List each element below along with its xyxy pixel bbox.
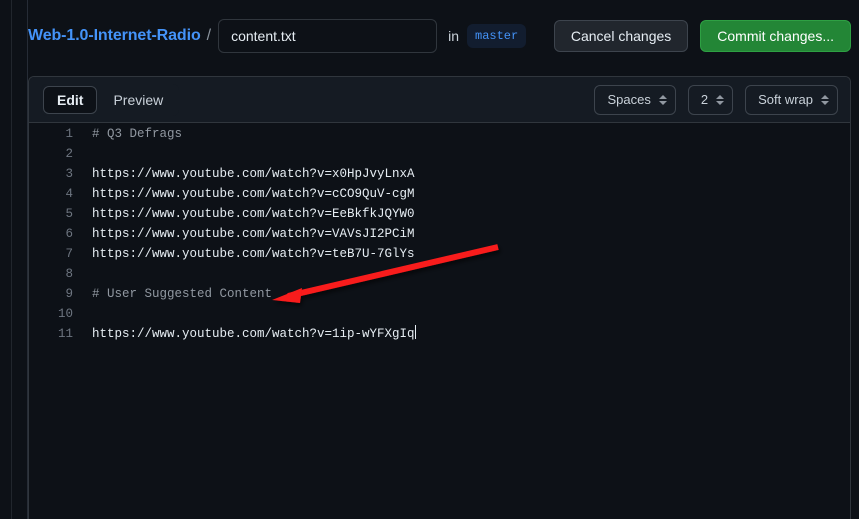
wrap-mode-select[interactable]: Soft wrap — [745, 84, 838, 115]
line-number: 10 — [57, 307, 73, 321]
tab-edit[interactable]: Edit — [43, 85, 98, 114]
line-number: 2 — [65, 147, 73, 161]
chevron-updown-icon — [821, 94, 829, 105]
code-line-text: https://www.youtube.com/watch?v=cCO9QuV-… — [92, 187, 415, 201]
breadcrumb-separator: / — [206, 27, 212, 44]
code-line-text: https://www.youtube.com/watch?v=1ip-wYFX… — [92, 325, 416, 341]
line-number: 9 — [65, 287, 73, 301]
code-line-text: https://www.youtube.com/watch?v=teB7U-7G… — [92, 247, 415, 261]
wrap-mode-value: Soft wrap — [758, 92, 813, 107]
file-edit-header: Web-1.0-Internet-Radio / in master Cance… — [28, 14, 851, 58]
code-line: 8 — [29, 264, 850, 284]
line-number: 7 — [65, 247, 73, 261]
page-rail-outer — [11, 0, 12, 519]
tab-size-value: 2 — [700, 92, 709, 107]
tab-preview[interactable]: Preview — [99, 86, 177, 114]
branch-badge: master — [467, 24, 527, 48]
tab-size-select[interactable]: 2 — [687, 84, 734, 115]
line-number: 11 — [57, 327, 73, 341]
code-line-text: # User Suggested Content — [92, 287, 273, 301]
code-line: 4 https://www.youtube.com/watch?v=cCO9QuV… — [29, 184, 850, 204]
edit-preview-tabs: Edit Preview — [41, 83, 180, 116]
code-line-text: https://www.youtube.com/watch?v=x0HpJvyL… — [92, 167, 415, 181]
line-number: 5 — [65, 207, 73, 221]
line-number: 8 — [65, 267, 73, 281]
line-number: 6 — [65, 227, 73, 241]
code-line: 7 https://www.youtube.com/watch?v=teB7U-7… — [29, 244, 850, 264]
code-line-text: https://www.youtube.com/watch?v=VAVsJI2P… — [92, 227, 415, 241]
branch-in-label: in — [448, 28, 459, 44]
code-line: 2 — [29, 144, 850, 164]
editor-toolbar: Edit Preview Spaces 2 Soft wrap — [29, 77, 850, 123]
indent-mode-value: Spaces — [607, 92, 651, 107]
code-line: 10 — [29, 304, 850, 324]
code-line-text: https://www.youtube.com/watch?v=EeBkfkJQ… — [92, 207, 415, 221]
text-caret — [414, 325, 416, 339]
code-line: 9 # User Suggested Content — [29, 284, 850, 304]
indent-mode-select[interactable]: Spaces — [594, 84, 676, 115]
code-line-text: # Q3 Defrags — [92, 127, 183, 141]
breadcrumb-repo-link[interactable]: Web-1.0-Internet-Radio — [28, 27, 201, 45]
code-line: 3 https://www.youtube.com/watch?v=x0HpJvy… — [29, 164, 850, 184]
code-line: 6 https://www.youtube.com/watch?v=VAVsJI2… — [29, 224, 850, 244]
line-number: 3 — [65, 167, 73, 181]
editor-card: Edit Preview Spaces 2 Soft wrap 1 # Q3 De… — [28, 76, 851, 519]
code-line: 1 # Q3 Defrags — [29, 124, 850, 144]
line-number: 4 — [65, 187, 73, 201]
cancel-changes-button[interactable]: Cancel changes — [553, 20, 689, 52]
code-line: 11 https://www.youtube.com/watch?v=1ip-wY… — [29, 324, 850, 344]
filename-input[interactable] — [218, 19, 438, 53]
chevron-updown-icon — [658, 94, 667, 105]
code-editor-textarea[interactable]: 1 # Q3 Defrags 2 3 https://www.youtube.com/w… — [29, 124, 850, 519]
commit-changes-button[interactable]: Commit changes... — [700, 20, 851, 52]
code-line: 5 https://www.youtube.com/watch?v=EeBkfkJ… — [29, 204, 850, 224]
line-number: 1 — [65, 127, 73, 141]
chevron-updown-icon — [716, 94, 725, 105]
